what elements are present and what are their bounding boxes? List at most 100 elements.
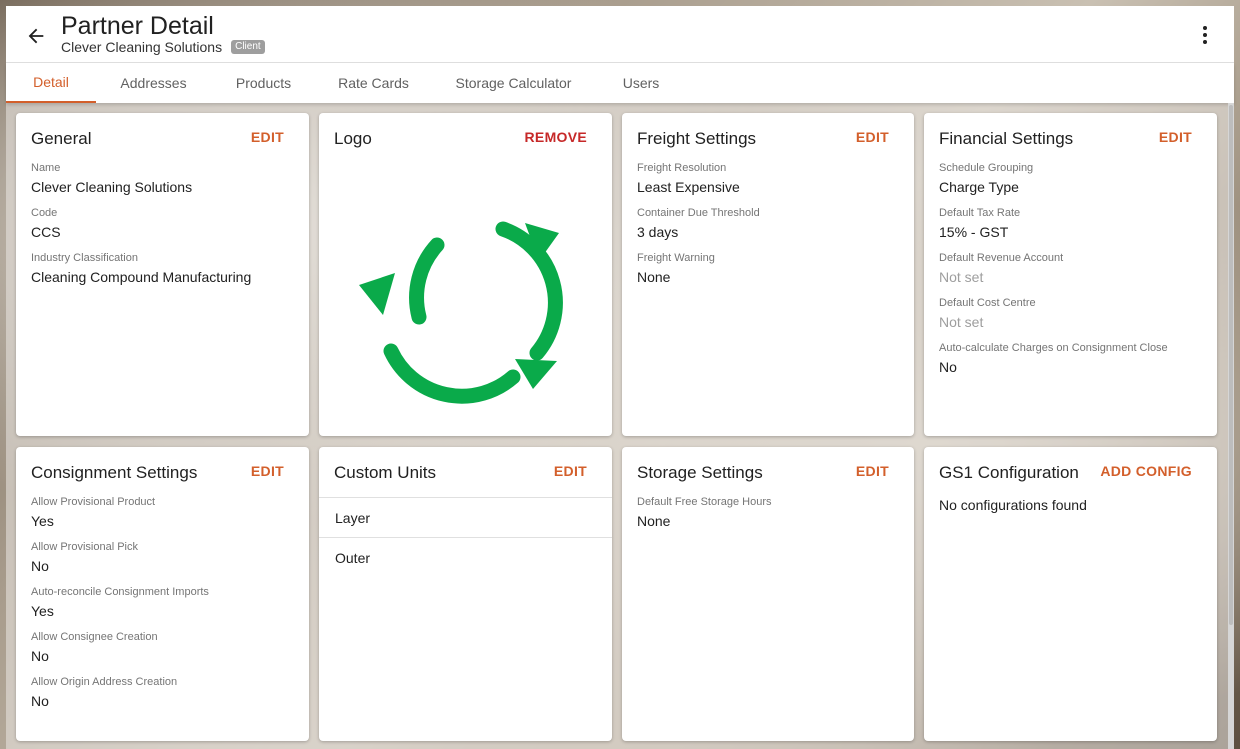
custom-units-list: Layer Outer <box>319 497 612 577</box>
field-default-cost-centre: Default Cost Centre Not set <box>939 296 1207 332</box>
field-label: Default Revenue Account <box>939 252 1064 264</box>
field-label: Container Due Threshold <box>637 207 760 219</box>
recycle-arrows-icon <box>359 221 563 404</box>
financial-settings-card: Financial Settings EDIT Schedule Groupin… <box>924 113 1217 436</box>
field-freight-warning: Freight Warning None <box>637 251 904 287</box>
more-vert-icon-dot <box>1203 40 1207 44</box>
field-value: Charge Type <box>939 179 1019 195</box>
field-allow-origin-address-creation: Allow Origin Address Creation No <box>31 675 299 711</box>
storage-fields: Default Free Storage Hours None <box>637 495 904 540</box>
more-options-button[interactable] <box>1194 23 1216 47</box>
field-label: Auto-calculate Charges on Consignment Cl… <box>939 342 1168 354</box>
field-container-due-threshold: Container Due Threshold 3 days <box>637 206 904 242</box>
field-label: Freight Resolution <box>637 162 727 174</box>
field-schedule-grouping: Schedule Grouping Charge Type <box>939 161 1207 197</box>
field-label: Default Free Storage Hours <box>637 496 772 508</box>
field-label: Allow Provisional Product <box>31 496 156 508</box>
field-value: No <box>31 693 49 709</box>
field-value: Yes <box>31 513 54 529</box>
card-title: Custom Units <box>334 463 437 482</box>
card-title: General <box>31 129 92 148</box>
field-industry-classification: Industry Classification Cleaning Compoun… <box>31 251 299 287</box>
field-value: No <box>31 648 49 664</box>
field-label: Industry Classification <box>31 252 138 264</box>
field-allow-provisional-product: Allow Provisional Product Yes <box>31 495 299 531</box>
card-title: Financial Settings <box>939 129 1074 148</box>
edit-financial-button[interactable]: EDIT <box>1159 129 1192 145</box>
partner-type-badge: Client <box>231 40 265 54</box>
field-value: Yes <box>31 603 54 619</box>
field-value: 3 days <box>637 224 679 240</box>
empty-state-text: No configurations found <box>939 497 1087 513</box>
freight-fields: Freight Resolution Least Expensive Conta… <box>637 161 904 296</box>
card-title: GS1 Configuration <box>939 463 1079 482</box>
edit-consignment-button[interactable]: EDIT <box>251 463 284 479</box>
field-default-revenue-account: Default Revenue Account Not set <box>939 251 1207 287</box>
field-label: Name <box>31 162 61 174</box>
general-fields: Name Clever Cleaning Solutions Code CCS … <box>31 161 299 296</box>
tab-products[interactable]: Products <box>216 63 311 103</box>
add-config-button[interactable]: ADD CONFIG <box>1100 463 1192 479</box>
field-label: Default Tax Rate <box>939 207 1021 219</box>
field-value: Not set <box>939 314 984 330</box>
tab-addresses[interactable]: Addresses <box>106 63 201 103</box>
edit-custom-units-button[interactable]: EDIT <box>554 463 587 479</box>
consignment-settings-card: Consignment Settings EDIT Allow Provisio… <box>16 447 309 741</box>
field-name: Name Clever Cleaning Solutions <box>31 161 299 197</box>
field-auto-calculate-charges: Auto-calculate Charges on Consignment Cl… <box>939 341 1207 377</box>
page-title: Partner Detail <box>61 12 214 40</box>
field-label: Schedule Grouping <box>939 162 1034 174</box>
card-title: Logo <box>334 129 372 148</box>
field-value: No <box>939 359 957 375</box>
vertical-scrollbar[interactable] <box>1228 103 1234 749</box>
tab-rate-cards[interactable]: Rate Cards <box>326 63 421 103</box>
card-title: Storage Settings <box>637 463 763 482</box>
field-default-tax-rate: Default Tax Rate 15% - GST <box>939 206 1207 242</box>
field-label: Allow Consignee Creation <box>31 631 158 643</box>
field-label: Code <box>31 207 58 219</box>
more-vert-icon-dot <box>1203 33 1207 37</box>
field-label: Allow Provisional Pick <box>31 541 138 553</box>
tab-users[interactable]: Users <box>606 63 676 103</box>
back-button[interactable] <box>22 22 50 50</box>
field-auto-reconcile-imports: Auto-reconcile Consignment Imports Yes <box>31 585 299 621</box>
edit-general-button[interactable]: EDIT <box>251 129 284 145</box>
tab-detail[interactable]: Detail <box>6 63 96 103</box>
field-default-free-storage-hours: Default Free Storage Hours None <box>637 495 904 531</box>
scrollbar-thumb[interactable] <box>1229 105 1233 625</box>
gs1-configuration-card: GS1 Configuration ADD CONFIG No configur… <box>924 447 1217 741</box>
general-card: General EDIT Name Clever Cleaning Soluti… <box>16 113 309 436</box>
field-value: No <box>31 558 49 574</box>
field-value: Least Expensive <box>637 179 740 195</box>
storage-settings-card: Storage Settings EDIT Default Free Stora… <box>622 447 914 741</box>
field-allow-consignee-creation: Allow Consignee Creation No <box>31 630 299 666</box>
field-value: Cleaning Compound Manufacturing <box>31 269 252 285</box>
edit-freight-button[interactable]: EDIT <box>856 129 889 145</box>
field-label: Default Cost Centre <box>939 297 1036 309</box>
financial-fields: Schedule Grouping Charge Type Default Ta… <box>939 161 1207 386</box>
field-value: None <box>637 269 671 285</box>
partner-logo <box>349 193 589 433</box>
logo-card: Logo REMOVE <box>319 113 612 436</box>
consignment-fields: Allow Provisional Product Yes Allow Prov… <box>31 495 299 720</box>
custom-units-card: Custom Units EDIT Layer Outer <box>319 447 612 741</box>
partner-subtitle: Clever Cleaning Solutions Client <box>61 39 265 55</box>
more-vert-icon-dot <box>1203 26 1207 30</box>
edit-storage-button[interactable]: EDIT <box>856 463 889 479</box>
list-item[interactable]: Outer <box>319 537 612 577</box>
remove-logo-button[interactable]: REMOVE <box>525 129 587 145</box>
field-label: Auto-reconcile Consignment Imports <box>31 586 209 598</box>
field-label: Freight Warning <box>637 252 715 264</box>
field-freight-resolution: Freight Resolution Least Expensive <box>637 161 904 197</box>
tab-storage-calculator[interactable]: Storage Calculator <box>446 63 581 103</box>
list-item[interactable]: Layer <box>319 497 612 537</box>
field-allow-provisional-pick: Allow Provisional Pick No <box>31 540 299 576</box>
card-title: Freight Settings <box>637 129 757 148</box>
field-value: 15% - GST <box>939 224 1009 240</box>
app-header: Partner Detail Clever Cleaning Solutions… <box>6 6 1234 63</box>
tab-bar: Detail Addresses Products Rate Cards Sto… <box>6 63 1234 103</box>
field-value: Not set <box>939 269 984 285</box>
field-value: CCS <box>31 224 61 240</box>
field-value: None <box>637 513 671 529</box>
arrow-back-icon <box>28 28 44 44</box>
